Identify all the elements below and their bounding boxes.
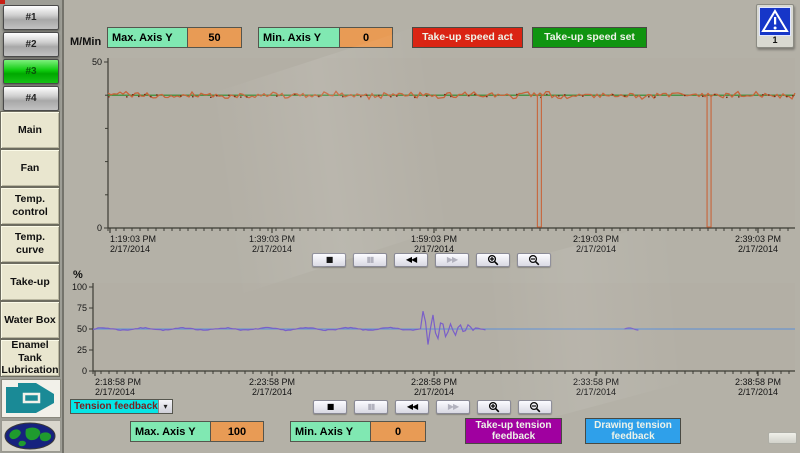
alarm-button[interactable]: 1 (756, 4, 794, 48)
sidebar-item-main[interactable]: Main (0, 111, 60, 149)
legend-take-up-speed-set[interactable]: Take-up speed set (532, 27, 647, 48)
glare-overlay (99, 0, 560, 320)
chart2-zoom-in-button[interactable] (477, 400, 511, 414)
fast-forward-icon: ▶▶ (447, 256, 457, 264)
rewind-icon: ◀◀ (407, 403, 417, 411)
svg-text:25: 25 (77, 345, 87, 355)
sidebar-item-fan[interactable]: Fan (0, 149, 60, 187)
company-logo-icon (2, 380, 58, 416)
sidebar-tab-num1[interactable]: #1 (3, 5, 59, 30)
chart2-min-axis-label: Min. Axis Y (290, 421, 371, 442)
chart1-min-axis-value[interactable]: 0 (340, 27, 393, 48)
pause-icon: ▮▮ (368, 403, 375, 411)
stop-icon: ■ (327, 403, 334, 411)
pause-icon: ▮▮ (367, 256, 374, 264)
svg-text:2:28:58 PM: 2:28:58 PM (411, 377, 457, 387)
svg-text:2/17/2014: 2/17/2014 (252, 244, 292, 254)
chart2-max-axis-label: Max. Axis Y (130, 421, 211, 442)
chart1-fast-forward-button[interactable]: ▶▶ (435, 253, 469, 267)
chart2-pause-button[interactable]: ▮▮ (354, 400, 388, 414)
spare-button[interactable] (768, 432, 797, 444)
selected-series: Tension feedback (71, 401, 158, 412)
chart2-unit-label: % (73, 269, 83, 281)
legend-drawing-tension-feedback[interactable]: Drawing tension feedback (585, 418, 681, 444)
svg-text:2/17/2014: 2/17/2014 (95, 387, 135, 397)
zoom-out-icon (528, 254, 540, 266)
trend-charts: 1:19:03 PM2/17/20141:39:03 PM2/17/20141:… (0, 0, 800, 453)
zoom-out-icon (529, 401, 541, 413)
svg-text:2/17/2014: 2/17/2014 (738, 387, 778, 397)
chart2-rewind-button[interactable]: ◀◀ (395, 400, 429, 414)
svg-text:2/17/2014: 2/17/2014 (576, 244, 616, 254)
sidebar-tab-num2[interactable]: #2 (3, 32, 59, 57)
glare-overlay (366, 204, 774, 453)
sidebar-tab-num3[interactable]: #3 (3, 59, 59, 84)
globe-logo (1, 420, 61, 452)
svg-text:50: 50 (77, 324, 87, 334)
svg-text:1:19:03 PM: 1:19:03 PM (110, 234, 156, 244)
chart1-pause-button[interactable]: ▮▮ (353, 253, 387, 267)
sidebar-item-enamel-tank-lubrication[interactable]: Enamel Tank Lubrication (0, 339, 60, 377)
hmi-screen: 1:19:03 PM2/17/20141:39:03 PM2/17/20141:… (0, 0, 800, 453)
svg-text:2/17/2014: 2/17/2014 (414, 387, 454, 397)
chart1-stop-button[interactable]: ■ (312, 253, 346, 267)
svg-text:1:39:03 PM: 1:39:03 PM (249, 234, 295, 244)
zoom-in-icon (487, 254, 499, 266)
sidebar-tab-num4[interactable]: #4 (3, 86, 59, 111)
sidebar-item-water-box[interactable]: Water Box (0, 301, 60, 339)
chart1-min-axis-label: Min. Axis Y (258, 27, 340, 48)
chart2-fast-forward-button[interactable]: ▶▶ (436, 400, 470, 414)
svg-text:2/17/2014: 2/17/2014 (576, 387, 616, 397)
chart1-max-axis-label: Max. Axis Y (107, 27, 188, 48)
chevron-down-icon[interactable]: ▾ (158, 400, 172, 413)
svg-text:100: 100 (72, 282, 87, 292)
svg-text:2/17/2014: 2/17/2014 (110, 244, 150, 254)
globe-icon (2, 421, 58, 451)
tension-series-select[interactable]: Tension feedback ▾ (70, 399, 173, 414)
svg-text:2:23:58 PM: 2:23:58 PM (249, 377, 295, 387)
chart1-zoom-in-button[interactable] (476, 253, 510, 267)
chart2-stop-button[interactable]: ■ (313, 400, 347, 414)
svg-text:1:59:03 PM: 1:59:03 PM (411, 234, 457, 244)
svg-text:0: 0 (82, 366, 87, 376)
chart1-max-axis-value[interactable]: 50 (188, 27, 242, 48)
sidebar: #1#2#3#4MainFanTemp. controlTemp. curveT… (0, 0, 64, 453)
svg-text:2:18:58 PM: 2:18:58 PM (95, 377, 141, 387)
svg-text:2/17/2014: 2/17/2014 (252, 387, 292, 397)
stop-icon: ■ (326, 256, 333, 264)
zoom-in-icon (488, 401, 500, 413)
corner-marker (0, 0, 5, 4)
svg-text:2:19:03 PM: 2:19:03 PM (573, 234, 619, 244)
svg-text:2:39:03 PM: 2:39:03 PM (735, 234, 781, 244)
chart1-unit-label: M/Min (70, 36, 101, 48)
warning-triangle-icon (759, 7, 791, 36)
sidebar-item-temp-curve[interactable]: Temp. curve (0, 225, 60, 263)
chart2-max-axis-value[interactable]: 100 (211, 421, 264, 442)
svg-text:0: 0 (97, 223, 102, 233)
fast-forward-icon: ▶▶ (448, 403, 458, 411)
svg-text:75: 75 (77, 303, 87, 313)
svg-text:50: 50 (92, 57, 102, 67)
legend-take-up-speed-act[interactable]: Take-up speed act (412, 27, 523, 48)
sidebar-item-take-up[interactable]: Take-up (0, 263, 60, 301)
legend-take-up-tension-feedback[interactable]: Take-up tension feedback (465, 418, 562, 444)
chart2-zoom-out-button[interactable] (518, 400, 552, 414)
svg-text:2/17/2014: 2/17/2014 (738, 244, 778, 254)
svg-text:2:38:58 PM: 2:38:58 PM (735, 377, 781, 387)
sidebar-item-temp-control[interactable]: Temp. control (0, 187, 60, 225)
svg-text:2:33:58 PM: 2:33:58 PM (573, 377, 619, 387)
rewind-icon: ◀◀ (406, 256, 416, 264)
chart1-rewind-button[interactable]: ◀◀ (394, 253, 428, 267)
alarm-count: 1 (757, 35, 793, 45)
chart1-zoom-out-button[interactable] (517, 253, 551, 267)
chart2-min-axis-value[interactable]: 0 (371, 421, 426, 442)
company-logo (1, 379, 61, 418)
